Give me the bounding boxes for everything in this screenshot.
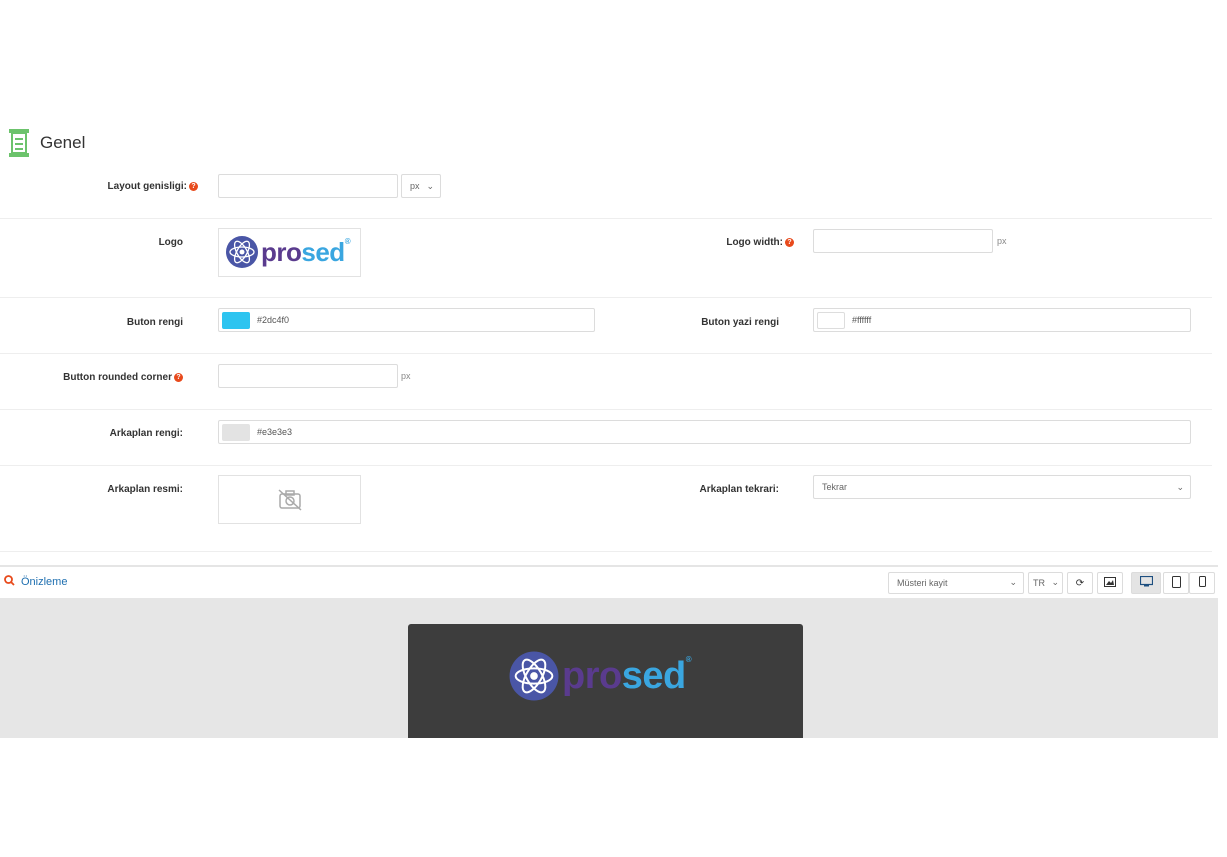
preview-page-select[interactable]: Müsteri kayit ⌄ bbox=[888, 572, 1024, 594]
image-icon bbox=[1104, 576, 1116, 590]
button-rounded-label: Button rounded corner? bbox=[63, 372, 183, 383]
desktop-icon bbox=[1139, 575, 1153, 590]
chevron-down-icon: ⌄ bbox=[1051, 577, 1059, 587]
layout-width-label: Layout genisligi:? bbox=[108, 181, 198, 192]
preview-card: prosed® bbox=[408, 624, 803, 738]
preview-title-text: Önizleme bbox=[21, 576, 68, 588]
preview-toolbar: Önizleme Müsteri kayit ⌄ TR ⌄ ⟳ bbox=[0, 565, 1218, 598]
background-color-value: #e3e3e3 bbox=[257, 427, 293, 437]
image-button[interactable] bbox=[1097, 572, 1123, 594]
layout-icon bbox=[8, 128, 30, 158]
help-icon[interactable]: ? bbox=[785, 237, 794, 247]
preview-area: prosed® bbox=[0, 598, 1218, 738]
row-layout-width: Layout genisligi:? px ⌄ bbox=[0, 165, 1212, 219]
chevron-down-icon: ⌄ bbox=[426, 181, 434, 191]
button-color-field[interactable]: #2dc4f0 bbox=[218, 308, 595, 332]
background-image-upload-box[interactable] bbox=[218, 475, 361, 524]
brand-wordmark: prosed® bbox=[261, 236, 351, 267]
chevron-down-icon: ⌄ bbox=[1009, 577, 1017, 587]
button-color-swatch[interactable] bbox=[222, 312, 250, 329]
row-button-colors: Buton rengi #2dc4f0 Buton yazi rengi #ff… bbox=[0, 298, 1212, 354]
preview-lang-select[interactable]: TR ⌄ bbox=[1028, 572, 1063, 594]
logo-label: Logo bbox=[158, 237, 183, 248]
help-icon[interactable]: ? bbox=[189, 181, 198, 191]
layout-width-input[interactable] bbox=[218, 174, 398, 198]
mobile-view-button[interactable] bbox=[1189, 572, 1215, 594]
atom-icon bbox=[226, 236, 258, 268]
logo-upload-box[interactable]: prosed® bbox=[218, 228, 361, 277]
row-logo: Logo prosed® Logo width:? px bbox=[0, 219, 1212, 298]
section-header: Genel bbox=[8, 128, 85, 158]
background-color-label: Arkaplan rengi: bbox=[109, 428, 183, 439]
button-rounded-unit: px bbox=[401, 371, 411, 381]
section-title: Genel bbox=[40, 133, 86, 152]
tablet-view-button[interactable] bbox=[1163, 572, 1189, 594]
row-button-rounded: Button rounded corner? px bbox=[0, 354, 1212, 410]
background-repeat-label: Arkaplan tekrari: bbox=[699, 484, 779, 495]
logo-width-label: Logo width:? bbox=[726, 237, 794, 248]
background-repeat-value: Tekrar bbox=[822, 482, 848, 492]
background-color-field[interactable]: #e3e3e3 bbox=[218, 420, 1191, 444]
mobile-icon bbox=[1198, 576, 1206, 590]
button-color-value: #2dc4f0 bbox=[257, 315, 290, 325]
preview-brand-wordmark: prosed® bbox=[562, 654, 692, 697]
button-text-color-value: #ffffff bbox=[852, 315, 872, 325]
desktop-view-button[interactable] bbox=[1131, 572, 1161, 594]
background-color-swatch[interactable] bbox=[222, 424, 250, 441]
refresh-button[interactable]: ⟳ bbox=[1067, 572, 1093, 594]
background-repeat-select[interactable]: Tekrar ⌄ bbox=[813, 475, 1191, 499]
search-icon bbox=[4, 575, 15, 589]
button-text-color-swatch[interactable] bbox=[817, 312, 845, 329]
preview-lang-value: TR bbox=[1033, 578, 1045, 588]
preview-brand-logo: prosed® bbox=[508, 650, 692, 702]
atom-icon bbox=[509, 651, 559, 701]
row-background-image: Arkaplan resmi: Arkaplan tekrari: Tekrar… bbox=[0, 466, 1212, 552]
layout-width-unit-select[interactable]: px ⌄ bbox=[401, 174, 441, 198]
brand-logo: prosed® bbox=[225, 235, 351, 269]
no-image-icon bbox=[277, 488, 303, 517]
tablet-icon bbox=[1171, 575, 1181, 591]
button-rounded-input[interactable] bbox=[218, 364, 398, 388]
preview-page-value: Müsteri kayit bbox=[897, 578, 948, 588]
logo-width-unit: px bbox=[997, 236, 1007, 246]
button-text-color-field[interactable]: #ffffff bbox=[813, 308, 1191, 332]
preview-title: Önizleme bbox=[4, 575, 67, 589]
settings-page: Genel Layout genisligi:? px ⌄ Logo prose… bbox=[0, 0, 1227, 857]
help-icon[interactable]: ? bbox=[174, 372, 183, 382]
button-color-label: Buton rengi bbox=[126, 317, 183, 328]
button-text-color-label: Buton yazi rengi bbox=[701, 317, 779, 328]
refresh-icon: ⟳ bbox=[1075, 577, 1085, 589]
chevron-down-icon: ⌄ bbox=[1176, 482, 1184, 492]
logo-width-input[interactable] bbox=[813, 229, 993, 253]
background-image-label: Arkaplan resmi: bbox=[107, 484, 183, 495]
row-background-color: Arkaplan rengi: #e3e3e3 bbox=[0, 410, 1212, 466]
unit-select-value: px bbox=[410, 181, 420, 191]
